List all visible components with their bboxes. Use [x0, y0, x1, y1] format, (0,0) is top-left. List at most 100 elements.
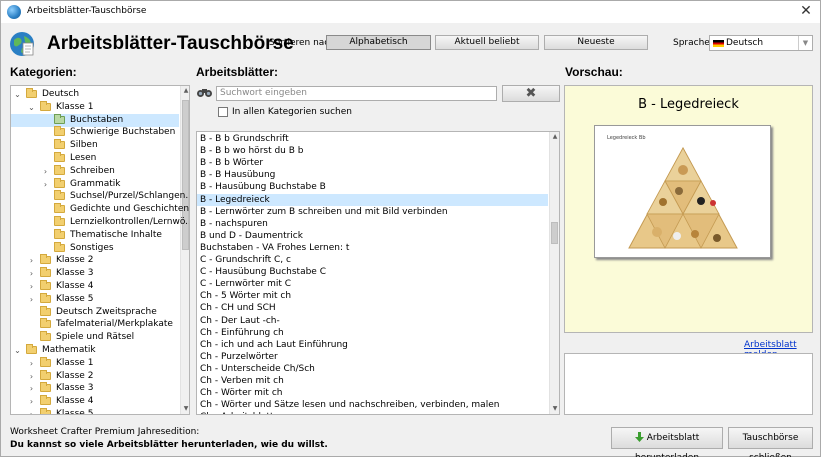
category-item[interactable]: › Klasse 4: [11, 395, 179, 408]
category-item[interactable]: ⌄ Mathematik: [11, 344, 179, 357]
worksheet-item[interactable]: Ch - Verben mit ch: [197, 375, 548, 387]
scroll-down-icon[interactable]: ▼: [181, 404, 189, 414]
triangle-puzzle-image: [628, 146, 738, 249]
category-item[interactable]: Suchsel/Purzel/Schlangen...: [11, 190, 189, 203]
worksheet-item[interactable]: Ch - ich und ach Laut Einführung: [197, 339, 548, 351]
worksheet-item[interactable]: Ch - 5 Wörter mit ch: [197, 290, 548, 302]
folder-icon: [40, 356, 51, 367]
edition-text: Worksheet Crafter Premium Jahresedition:: [10, 427, 200, 437]
category-item[interactable]: Gedichte und Geschichten: [11, 203, 189, 216]
chevron-down-icon[interactable]: ⌄: [13, 88, 22, 101]
chevron-right-icon[interactable]: ›: [41, 165, 50, 178]
worksheet-scrollbar[interactable]: ▲ ▼: [549, 132, 559, 414]
worksheet-item[interactable]: B und D - Daumentrick: [197, 230, 548, 242]
category-label: Grammatik: [70, 178, 121, 189]
folder-icon: [40, 408, 51, 414]
category-label: Mathematik: [42, 345, 96, 355]
worksheet-item[interactable]: Ch - Purzelwörter: [197, 351, 548, 363]
category-item[interactable]: Thematische Inhalte: [11, 228, 179, 242]
worksheet-item[interactable]: B - B Hausübung: [197, 169, 548, 181]
chevron-right-icon[interactable]: ›: [27, 370, 36, 383]
category-item[interactable]: › Schreiben: [11, 164, 179, 178]
close-window-button[interactable]: ✕: [798, 3, 814, 19]
worksheet-item[interactable]: B - B b Grundschrift: [197, 133, 548, 145]
search-all-checkbox[interactable]: [218, 107, 228, 117]
search-input[interactable]: Suchwort eingeben: [216, 86, 497, 101]
worksheet-list[interactable]: ▲ ▼ B - B b Grundschrift B - B b wo hörst…: [196, 131, 560, 415]
category-item[interactable]: ⌄ Deutsch: [11, 88, 179, 101]
worksheet-item[interactable]: B - Legedreieck: [197, 193, 548, 206]
scroll-up-icon[interactable]: ▲: [550, 132, 559, 142]
chevron-right-icon[interactable]: ›: [27, 267, 36, 280]
worksheet-item[interactable]: B - Hausübung Buchstabe B: [197, 181, 548, 193]
category-item[interactable]: › Klasse 2: [11, 254, 179, 267]
title-bar: Arbeitsblätter-Tauschbörse ✕: [1, 1, 820, 23]
language-select[interactable]: Deutsch ▼: [709, 35, 813, 51]
category-item[interactable]: › Klasse 4: [11, 280, 179, 293]
clear-search-button[interactable]: ✖: [502, 85, 560, 102]
sort-popular-button[interactable]: Aktuell beliebt: [435, 35, 539, 50]
worksheet-thumbnail[interactable]: Legedreieck Bb: [594, 125, 771, 258]
category-item[interactable]: Sonstiges: [11, 241, 179, 255]
chevron-right-icon[interactable]: ›: [27, 280, 36, 293]
worksheet-item[interactable]: Ch - Einführung ch: [197, 327, 548, 339]
chevron-right-icon[interactable]: ›: [27, 254, 36, 267]
download-button-label: Arbeitsblatt herunterladen: [635, 433, 700, 457]
category-item[interactable]: Buchstaben: [11, 113, 179, 127]
worksheet-item[interactable]: B - B b Wörter: [197, 157, 548, 169]
worksheet-item[interactable]: C - Lernwörter mit C: [197, 278, 548, 290]
worksheet-item[interactable]: B - Lernwörter zum B schreiben und mit B…: [197, 206, 548, 218]
category-item[interactable]: Schwierige Buchstaben: [11, 126, 179, 139]
worksheet-item[interactable]: B - nachspuren: [197, 218, 548, 230]
category-item[interactable]: › Klasse 1: [11, 356, 179, 370]
worksheet-item[interactable]: Ch - Der Laut -ch-: [197, 315, 548, 327]
worksheet-item[interactable]: C - Grundschrift C, c: [197, 254, 548, 266]
scroll-down-icon[interactable]: ▼: [550, 404, 559, 414]
download-button[interactable]: Arbeitsblatt herunterladen: [611, 427, 723, 457]
category-scrollbar[interactable]: ▲ ▼: [180, 86, 189, 414]
category-tree[interactable]: ▲ ▼ ⌄ Deutsch ⌄ Klasse 1 Buchstaben Schwierig…: [10, 85, 190, 415]
category-label: Sonstiges: [70, 242, 114, 253]
category-item[interactable]: › Klasse 2: [11, 369, 179, 383]
worksheet-item[interactable]: B - B b wo hörst du B b: [197, 145, 548, 157]
scroll-up-icon[interactable]: ▲: [181, 86, 189, 96]
chevron-right-icon[interactable]: ›: [27, 293, 36, 306]
chevron-right-icon[interactable]: ›: [27, 408, 36, 414]
download-arrow-icon: [634, 432, 644, 442]
category-item[interactable]: › Klasse 3: [11, 267, 179, 280]
worksheet-item[interactable]: Buchstaben - VA Frohes Lernen: t: [197, 242, 548, 254]
worksheet-item[interactable]: Ch - Wörter mit ch: [197, 387, 548, 399]
sort-alphabetical-button[interactable]: Alphabetisch: [326, 35, 431, 50]
chevron-down-icon[interactable]: ⌄: [27, 101, 36, 114]
scroll-thumb[interactable]: [551, 222, 558, 244]
category-item[interactable]: ⌄ Klasse 1: [11, 100, 179, 114]
worksheet-item[interactable]: Ch - Arbeitsblatt: [197, 411, 548, 414]
category-item[interactable]: Lernzielkontrollen/Lernwö...: [11, 216, 189, 229]
category-item[interactable]: Spiele und Rätsel: [11, 331, 179, 344]
worksheet-item[interactable]: Ch - CH und SCH: [197, 302, 548, 314]
category-item[interactable]: Lesen: [11, 152, 179, 165]
chevron-right-icon[interactable]: ›: [27, 395, 36, 408]
close-exchange-button[interactable]: Tauschbörse schließen: [728, 427, 813, 457]
worksheet-item[interactable]: C - Hausübung Buchstabe C: [197, 266, 548, 278]
category-item[interactable]: Deutsch Zweitsprache: [11, 305, 179, 319]
category-item[interactable]: › Klasse 5: [11, 292, 179, 306]
worksheet-item[interactable]: Ch - Unterscheide Ch/Sch: [197, 363, 548, 375]
category-label: Klasse 1: [56, 101, 94, 112]
category-label: Klasse 2: [56, 255, 94, 266]
category-item[interactable]: › Grammatik: [11, 177, 179, 191]
worksheet-item[interactable]: Ch - Wörter und Sätze lesen und nachschr…: [197, 399, 548, 411]
category-item[interactable]: › Klasse 5: [11, 408, 179, 414]
chevron-right-icon[interactable]: ›: [27, 382, 36, 395]
category-item[interactable]: Tafelmaterial/Merkplakate: [11, 318, 179, 331]
category-label: Lernzielkontrollen/Lernwö...: [70, 217, 190, 227]
chevron-right-icon[interactable]: ›: [41, 178, 50, 191]
folder-icon: [54, 113, 65, 124]
sort-newest-button[interactable]: Neueste: [544, 35, 648, 50]
description-box: [564, 353, 813, 415]
category-item[interactable]: › Klasse 3: [11, 382, 179, 395]
category-item[interactable]: Silben: [11, 139, 179, 152]
main-window: Arbeitsblätter-Tauschbörse ✕ Arbeitsblät…: [0, 0, 821, 457]
chevron-right-icon[interactable]: ›: [27, 357, 36, 370]
chevron-down-icon[interactable]: ⌄: [13, 344, 22, 357]
